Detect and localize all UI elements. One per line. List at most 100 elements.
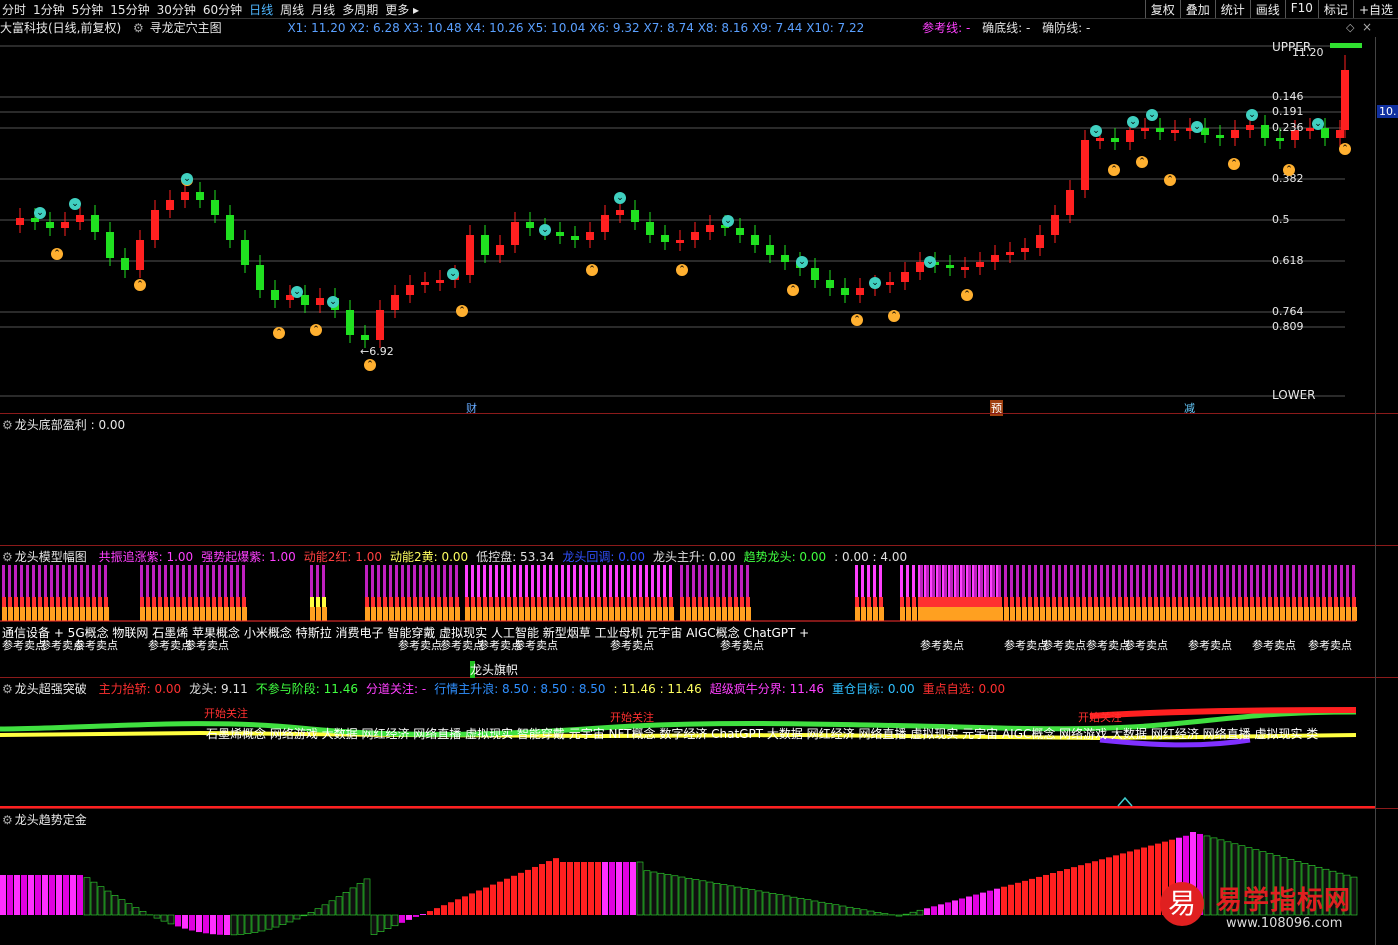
buy-signal-icon[interactable]: ⌃: [1164, 174, 1176, 186]
price-axis[interactable]: [1375, 37, 1398, 945]
buy-signal-icon[interactable]: ⌃: [273, 327, 285, 339]
trend-histogram-bar: [839, 905, 847, 916]
buy-signal-icon[interactable]: ⌃: [586, 264, 598, 276]
settings-icon[interactable]: ⚙: [2, 813, 13, 827]
buy-signal-icon[interactable]: ⌃: [888, 310, 900, 322]
high-price-label: 11.20: [1292, 46, 1324, 59]
buy-signal-icon[interactable]: ⌃: [1136, 156, 1148, 168]
candle-body: [226, 215, 234, 240]
upper-marker: [1330, 43, 1362, 48]
candle-body: [736, 228, 744, 235]
trend-histogram-bar: [1085, 863, 1091, 915]
settings-icon[interactable]: ⚙: [2, 418, 13, 432]
sell-signal-icon[interactable]: ⌄: [1127, 116, 1139, 128]
buy-signal-icon[interactable]: ⌃: [851, 314, 863, 326]
buy-signal-icon[interactable]: ⌃: [787, 284, 799, 296]
model-bar-orange: [1130, 607, 1135, 621]
model-bar-orange: [1100, 607, 1105, 621]
indicator-value: 动能2红: 1.00: [303, 550, 382, 564]
model-bar-orange: [98, 607, 103, 621]
panel2-name[interactable]: 龙头底部盈利 : 0.00: [15, 418, 125, 432]
model-bar-orange: [1304, 607, 1309, 621]
model-bar-orange: [980, 607, 985, 621]
settings-icon[interactable]: ⚙: [2, 550, 13, 564]
buy-signal-icon[interactable]: ⌃: [1339, 143, 1351, 155]
trend-histogram-bar: [952, 900, 958, 915]
sell-signal-icon[interactable]: ⌄: [614, 192, 626, 204]
buy-signal-icon[interactable]: ⌃: [1228, 158, 1240, 170]
sell-signal-icon[interactable]: ⌄: [1191, 121, 1203, 133]
sell-signal-icon[interactable]: ⌄: [1090, 125, 1102, 137]
sell-signal-icon[interactable]: ⌄: [291, 286, 303, 298]
sell-signal-icon[interactable]: ⌄: [924, 256, 936, 268]
model-bar-orange: [1268, 607, 1273, 621]
candle-body: [976, 262, 984, 267]
model-bar-orange: [861, 607, 866, 621]
trend-histogram-bar: [420, 914, 426, 915]
buy-signal-icon[interactable]: ⌃: [310, 324, 322, 336]
sell-signal-icon[interactable]: ⌄: [1246, 109, 1258, 121]
model-bar-orange: [431, 607, 436, 621]
buy-signal-icon[interactable]: ⌃: [456, 305, 468, 317]
buy-signal-icon[interactable]: ⌃: [364, 359, 376, 371]
candle-body: [1261, 125, 1269, 138]
trend-histogram-bar: [28, 875, 34, 915]
sell-signal-icon[interactable]: ⌄: [1146, 109, 1158, 121]
panel3-name[interactable]: 龙头模型幅图: [15, 550, 87, 564]
buy-signal-icon[interactable]: ⌃: [1108, 164, 1120, 176]
sell-signal-icon[interactable]: ⌄: [869, 277, 881, 289]
sell-signal-icon[interactable]: ⌄: [796, 256, 808, 268]
model-bar-orange: [1340, 607, 1345, 621]
indicator-value: 龙头: 9.11: [189, 682, 248, 696]
panel4-name[interactable]: 龙头超强突破: [15, 682, 87, 696]
candle-body: [466, 235, 474, 275]
model-bar-orange: [80, 607, 85, 621]
sell-signal-icon[interactable]: ⌄: [722, 215, 734, 227]
model-bar-orange: [1208, 607, 1213, 621]
trend-histogram-bar: [720, 884, 728, 916]
trend-histogram-bar: [811, 900, 819, 916]
trend-histogram-bar: [1120, 853, 1126, 915]
model-bar-orange: [879, 607, 884, 621]
trend-histogram-bar: [1092, 861, 1098, 915]
candle-body: [1111, 138, 1119, 142]
buy-signal-icon[interactable]: ⌃: [134, 279, 146, 291]
panel5-name[interactable]: 龙头趋势定金: [15, 813, 87, 827]
trend-histogram-bar: [224, 915, 230, 935]
ref-sell-label: 参考卖点: [1042, 639, 1086, 652]
model-bar-orange: [14, 607, 19, 621]
buy-signal-icon[interactable]: ⌃: [1283, 164, 1295, 176]
sell-signal-icon[interactable]: ⌄: [327, 296, 339, 308]
model-bar-orange: [62, 607, 67, 621]
buy-signal-icon[interactable]: ⌃: [961, 289, 973, 301]
candle-body: [856, 288, 864, 295]
trend-histogram-bar: [643, 870, 651, 916]
sell-signal-icon[interactable]: ⌄: [447, 268, 459, 280]
model-bar-orange: [633, 607, 638, 621]
candle-body: [1051, 215, 1059, 235]
sell-signal-icon[interactable]: ⌄: [69, 198, 81, 210]
trend-histogram-bar: [755, 890, 763, 916]
model-bar-orange: [956, 607, 961, 621]
trend-histogram-bar: [1127, 851, 1133, 915]
sell-signal-icon[interactable]: ⌄: [539, 224, 551, 236]
buy-signal-icon[interactable]: ⌃: [51, 248, 63, 260]
trend-histogram-bar: [762, 891, 770, 916]
settings-icon[interactable]: ⚙: [2, 682, 13, 696]
candle-body: [151, 210, 159, 240]
model-bar-orange: [585, 607, 590, 621]
sell-signal-icon[interactable]: ⌄: [181, 173, 193, 185]
trend-histogram-bar: [258, 914, 266, 932]
model-bar-orange: [867, 607, 872, 621]
trend-histogram-bar: [49, 875, 55, 915]
concept-strip-2: 石墨烯概念 网络游戏 大数据 网红经济 网络直播 虚拟现实 智能穿戴 元宇宙 N…: [206, 727, 1319, 741]
model-bar-orange: [1172, 607, 1177, 621]
buy-signal-icon[interactable]: ⌃: [676, 264, 688, 276]
trend-histogram-bar: [441, 905, 447, 915]
chart-canvas[interactable]: [0, 0, 1375, 945]
sell-signal-icon[interactable]: ⌄: [34, 207, 46, 219]
model-bar-orange: [1328, 607, 1333, 621]
sell-signal-icon[interactable]: ⌄: [1312, 118, 1324, 130]
trend-histogram-bar: [363, 878, 371, 916]
model-bar-orange: [56, 607, 61, 621]
